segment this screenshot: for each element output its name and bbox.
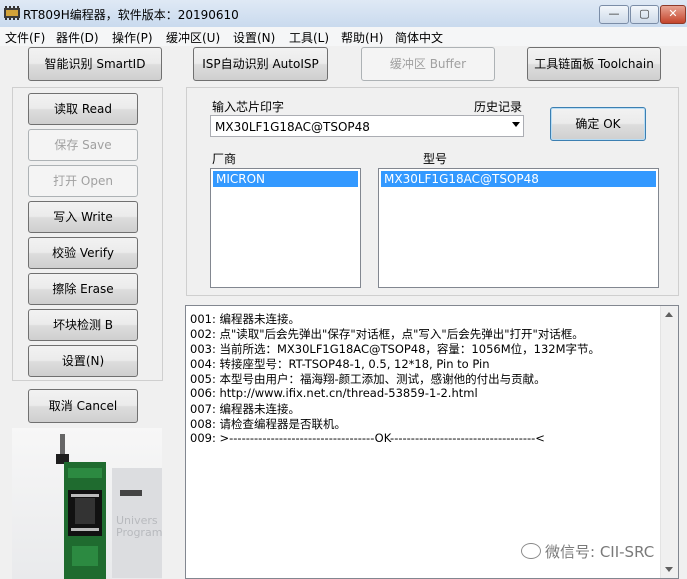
toolchain-button[interactable]: 工具链面板 Toolchain <box>527 47 661 81</box>
log-line: 005: 本型号由用户：福海翔-颜工添加、测试，感谢他的付出与贡献。 <box>190 372 546 386</box>
menu-settings[interactable]: 设置(N) <box>233 29 275 46</box>
buffer-button[interactable]: 缓冲区 Buffer <box>361 47 495 81</box>
wechat-icon <box>521 543 541 559</box>
menu-operation[interactable]: 操作(P) <box>112 29 153 46</box>
log-output[interactable]: 001: 编程器未连接。 002: 点"读取"后会先弹出"保存"对话框，点"写入… <box>185 305 679 579</box>
menu-buffer[interactable]: 缓冲区(U) <box>166 29 220 46</box>
vendor-label: 厂商 <box>212 152 237 166</box>
log-scrollbar[interactable] <box>660 306 678 578</box>
adapter-board-image <box>56 434 162 579</box>
log-line: 002: 点"读取"后会先弹出"保存"对话框，点"写入"后会先弹出"打开"对话框… <box>190 327 584 341</box>
chip-input-combo[interactable]: MX30LF1G18AC@TSOP48 <box>210 115 524 137</box>
menu-language[interactable]: 简体中文 <box>395 29 443 46</box>
close-button[interactable]: ✕ <box>660 5 686 24</box>
model-label: 型号 <box>423 152 448 166</box>
write-button[interactable]: 写入 Write <box>28 201 138 233</box>
log-line: 001: 编程器未连接。 <box>190 312 300 326</box>
settings-button[interactable]: 设置(N) <box>28 345 138 377</box>
app-icon <box>4 6 20 20</box>
menu-bar: 文件(F) 器件(D) 操作(P) 缓冲区(U) 设置(N) 工具(L) 帮助(… <box>0 27 687 46</box>
log-line: 007: 编程器未连接。 <box>190 402 300 416</box>
log-line: 004: 转接座型号：RT-TSOP48-1, 0.5, 12*18, Pin … <box>190 357 490 371</box>
title-bar: RT809H编程器，软件版本：20190610 — ▢ ✕ <box>0 0 687 28</box>
vendor-list-item[interactable]: MICRON <box>213 171 358 187</box>
menu-tools[interactable]: 工具(L) <box>289 29 329 46</box>
history-label: 历史记录 <box>474 100 523 114</box>
menu-device[interactable]: 器件(D) <box>56 29 99 46</box>
vendor-list[interactable]: MICRON <box>210 168 361 288</box>
menu-help[interactable]: 帮助(H) <box>341 29 383 46</box>
maximize-button[interactable]: ▢ <box>630 5 659 24</box>
save-button[interactable]: 保存 Save <box>28 129 138 161</box>
read-button[interactable]: 读取 Read <box>28 93 138 125</box>
cancel-button[interactable]: 取消 Cancel <box>28 389 138 423</box>
erase-button[interactable]: 擦除 Erase <box>28 273 138 305</box>
model-list[interactable]: MX30LF1G18AC@TSOP48 <box>378 168 659 288</box>
chip-input-label: 输入芯片印字 <box>212 100 285 114</box>
watermark: 微信号: CII-SRC <box>521 541 654 562</box>
minimize-button[interactable]: — <box>599 5 629 24</box>
ok-button[interactable]: 确定 OK <box>550 107 646 141</box>
auto-isp-button[interactable]: ISP自动识别 AutoISP <box>193 47 328 81</box>
scroll-down-icon[interactable] <box>665 567 673 572</box>
log-line: 006: http://www.ifix.net.cn/thread-53859… <box>190 386 478 400</box>
verify-button[interactable]: 校验 Verify <box>28 237 138 269</box>
scroll-up-icon[interactable] <box>665 312 673 317</box>
log-line: 008: 请检查编程器是否联机。 <box>190 417 346 431</box>
log-line: 003: 当前所选：MX30LF1G18AC@TSOP48，容量：1056M位，… <box>190 342 600 356</box>
chip-input-value: MX30LF1G18AC@TSOP48 <box>215 120 370 134</box>
open-button[interactable]: 打开 Open <box>28 165 138 197</box>
menu-file[interactable]: 文件(F) <box>5 29 45 46</box>
bad-block-button[interactable]: 坏块检测 B <box>28 309 138 341</box>
photo-caption: Programm <box>116 526 162 539</box>
watermark-text: 微信号: CII-SRC <box>545 543 655 561</box>
log-line: 009: >----------------------------------… <box>190 431 545 445</box>
dropdown-arrow-icon[interactable] <box>512 122 520 127</box>
smart-id-button[interactable]: 智能识别 SmartID <box>28 47 162 81</box>
adapter-photo: Univers Programm <box>12 428 162 579</box>
window-title: RT809H编程器，软件版本：20190610 <box>23 8 239 22</box>
model-list-item[interactable]: MX30LF1G18AC@TSOP48 <box>381 171 656 187</box>
